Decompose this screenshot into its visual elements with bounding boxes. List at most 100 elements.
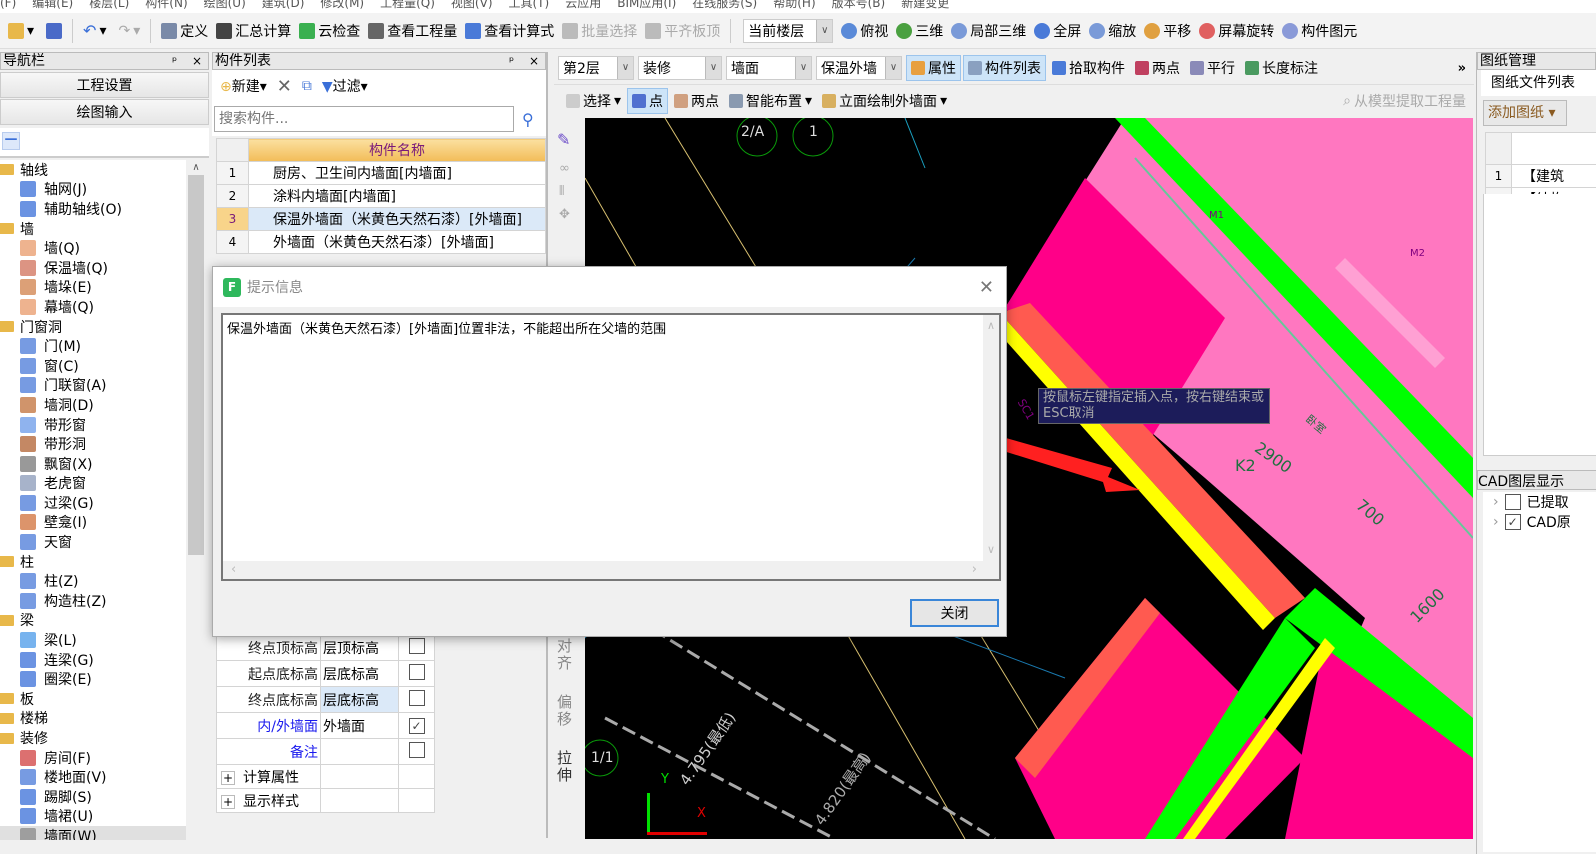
- project-settings-button[interactable]: 工程设置: [0, 72, 209, 98]
- drawing-row[interactable]: 1 【建筑: [1485, 164, 1596, 188]
- menu-item[interactable]: 在线服务(S): [692, 0, 757, 10]
- tree-item[interactable]: 房间(F): [0, 748, 186, 768]
- tree-item[interactable]: 门(M): [0, 336, 186, 356]
- property-value[interactable]: 外墙面: [320, 712, 399, 739]
- tree-folder[interactable]: 门窗洞: [0, 317, 186, 337]
- message-box[interactable]: 保温外墙面（米黄色天然石漆）[外墙面]位置非法，不能超出所在父墙的范围 ∧ ∨ …: [221, 313, 1001, 581]
- tree-item[interactable]: 轴网(J): [0, 180, 186, 200]
- scroll-up-icon[interactable]: ∧: [186, 162, 206, 173]
- menu-item[interactable]: 版本号(B): [832, 0, 886, 10]
- tree-item[interactable]: 墙垛(E): [0, 278, 186, 298]
- view-button[interactable]: 平移: [1140, 21, 1195, 41]
- tree-item[interactable]: 带形洞: [0, 434, 186, 454]
- scroll-thumb[interactable]: [188, 175, 204, 555]
- table-row[interactable]: 2 涂料内墙面[内墙面]: [216, 184, 546, 208]
- collapse-all-icon[interactable]: —: [2, 132, 20, 150]
- draw-tool-button[interactable]: 两点: [670, 88, 723, 114]
- mirror-icon[interactable]: ⫴: [559, 184, 576, 199]
- tree-folder[interactable]: 墙: [0, 219, 186, 239]
- tree-item[interactable]: 保温墙(Q): [0, 258, 186, 278]
- toolbar-button[interactable]: 云检查: [295, 21, 364, 41]
- expand-icon[interactable]: +: [221, 770, 235, 785]
- menu-item[interactable]: 楼层(L): [89, 0, 129, 10]
- brush-icon[interactable]: ✎: [557, 130, 578, 149]
- menu-item[interactable]: 建筑(D): [262, 0, 305, 10]
- tab-drawing-file-list[interactable]: 图纸文件列表: [1481, 70, 1596, 96]
- tree-item[interactable]: 幕墙(Q): [0, 297, 186, 317]
- property-row[interactable]: 内/外墙面 外墙面 ✓: [216, 712, 435, 739]
- delete-icon[interactable]: ✕: [277, 76, 292, 97]
- menu-item[interactable]: 新建变更: [901, 0, 949, 10]
- toolbar-button[interactable]: 查看计算式: [461, 21, 558, 41]
- tree-folder[interactable]: 板: [0, 689, 186, 709]
- expand-arrow-icon[interactable]: ›: [1493, 494, 1499, 510]
- table-row[interactable]: 4 外墙面（米黄色天然石漆）[外墙面]: [216, 230, 546, 254]
- tree-item[interactable]: 窗(C): [0, 356, 186, 376]
- view-button[interactable]: 屏幕旋转: [1195, 21, 1278, 41]
- side-tool-button[interactable]: 偏移: [557, 694, 575, 728]
- view-button[interactable]: 缩放: [1085, 21, 1140, 41]
- scroll-up-icon[interactable]: ∧: [987, 319, 995, 332]
- tree-item[interactable]: 带形窗: [0, 415, 186, 435]
- canvas-tool-button[interactable]: 拾取构件: [1048, 55, 1129, 81]
- add-drawing-button[interactable]: 添加图纸 ▾: [1483, 100, 1567, 126]
- property-checkbox[interactable]: ✓: [408, 717, 425, 734]
- tree-item[interactable]: 飘窗(X): [0, 454, 186, 474]
- scroll-left-icon[interactable]: ‹: [231, 562, 236, 577]
- toolbar-button[interactable]: 批量选择: [558, 21, 641, 41]
- open-file-button[interactable]: ▾: [4, 22, 38, 39]
- tree-item[interactable]: 辅助轴线(O): [0, 199, 186, 219]
- property-value[interactable]: 层顶标高: [320, 634, 399, 661]
- new-component-button[interactable]: ⊕新建▾: [220, 76, 267, 96]
- side-tool-button[interactable]: 对齐: [557, 638, 575, 672]
- tree-item[interactable]: 门联窗(A): [0, 376, 186, 396]
- property-checkbox[interactable]: [408, 689, 425, 706]
- tree-item[interactable]: 墙面(W): [0, 826, 186, 840]
- view-button[interactable]: 俯视: [837, 21, 892, 41]
- property-value[interactable]: 层底标高: [320, 686, 399, 713]
- tree-item[interactable]: 天窗: [0, 532, 186, 552]
- property-value[interactable]: 层底标高: [320, 660, 399, 687]
- dialog-close-button[interactable]: 关闭: [910, 599, 999, 627]
- property-group[interactable]: + 显示样式: [216, 788, 435, 813]
- tree-item[interactable]: 圈梁(E): [0, 669, 186, 689]
- type-select[interactable]: 墙面 ∨: [726, 56, 812, 80]
- category-select[interactable]: 装修 ∨: [638, 56, 722, 80]
- dialog-close-icon[interactable]: ✕: [979, 277, 994, 298]
- property-row[interactable]: 终点顶标高 层顶标高: [216, 634, 435, 661]
- floor-display-combo[interactable]: 当前楼层 ∨: [743, 18, 834, 43]
- tree-item[interactable]: 墙(Q): [0, 238, 186, 258]
- tree-folder[interactable]: 装修: [0, 728, 186, 748]
- draw-tool-button[interactable]: 智能布置 ▾: [725, 88, 816, 114]
- menu-item[interactable]: 视图(V): [451, 0, 493, 10]
- toolbar-button[interactable]: 平齐板顶: [641, 21, 724, 41]
- tree-item[interactable]: 老虎窗: [0, 474, 186, 494]
- toolbar-button[interactable]: 定义: [157, 21, 212, 41]
- component-select[interactable]: 保温外墙 ∨: [816, 56, 902, 80]
- view-button[interactable]: 局部三维: [947, 21, 1030, 41]
- save-button[interactable]: [42, 22, 66, 39]
- menu-item[interactable]: BIM应用(I): [617, 0, 676, 10]
- tree-item[interactable]: 过梁(G): [0, 493, 186, 513]
- menu-item[interactable]: 帮助(H): [773, 0, 815, 10]
- menu-item[interactable]: 绘图(U): [204, 0, 246, 10]
- canvas-tool-button[interactable]: 平行: [1186, 55, 1239, 81]
- tree-folder[interactable]: 轴线: [0, 160, 186, 180]
- pin-icon[interactable]: ᵖ: [172, 53, 177, 69]
- property-row[interactable]: 起点底标高 层底标高: [216, 660, 435, 687]
- property-checkbox[interactable]: [408, 741, 425, 758]
- property-checkbox[interactable]: [408, 637, 425, 654]
- layer-checkbox[interactable]: [1504, 494, 1521, 510]
- menu-item[interactable]: 修改(M): [320, 0, 364, 10]
- scroll-right-icon[interactable]: ›: [972, 562, 977, 577]
- search-icon[interactable]: ⚲: [522, 110, 534, 129]
- canvas-tool-button[interactable]: 属性: [906, 55, 961, 81]
- draw-tool-button[interactable]: 点: [627, 87, 669, 114]
- property-checkbox[interactable]: [408, 663, 425, 680]
- toolbar-button[interactable]: 汇总计算: [212, 21, 295, 41]
- view-button[interactable]: 全屏: [1030, 21, 1085, 41]
- tree-folder[interactable]: 楼梯: [0, 709, 186, 729]
- view-button[interactable]: 构件图元: [1278, 21, 1361, 41]
- floor-select[interactable]: 第2层 ∨: [558, 56, 634, 80]
- menu-item[interactable]: 构件(N): [145, 0, 187, 10]
